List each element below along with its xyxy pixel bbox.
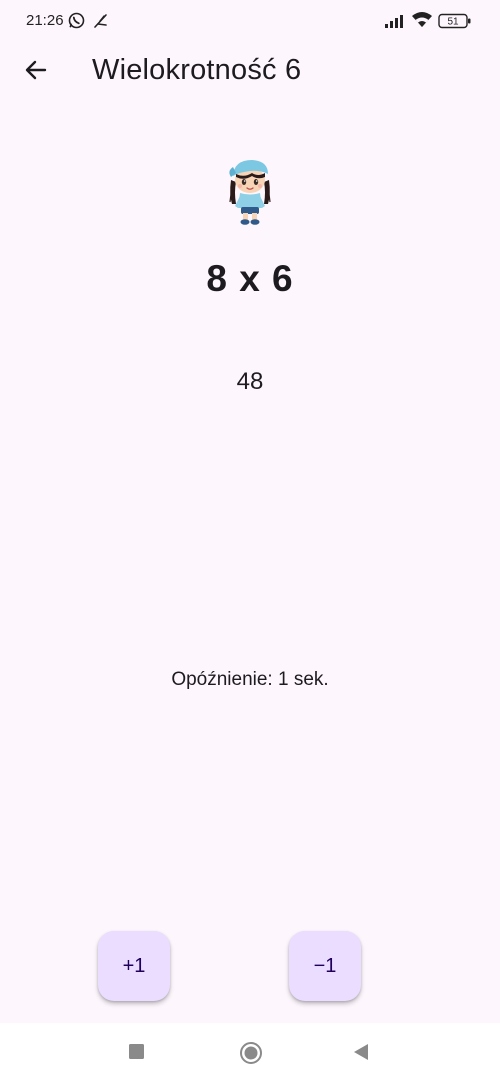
minus-one-button[interactable]: −1 xyxy=(289,931,361,1001)
answer-text: 48 xyxy=(236,368,264,395)
system-nav-bar xyxy=(0,1023,500,1083)
page-title: Wielokrotność 6 xyxy=(92,54,302,86)
question-text: 8 x 6 xyxy=(206,258,294,299)
plus-one-button[interactable]: +1 xyxy=(98,931,170,1001)
arrow-left-icon xyxy=(23,57,49,88)
back-triangle-icon[interactable] xyxy=(352,1043,370,1066)
home-circle-icon[interactable] xyxy=(239,1041,263,1070)
battery-level: 51 xyxy=(447,17,459,28)
back-button[interactable] xyxy=(14,50,58,94)
app-bar: Wielokrotność 6 xyxy=(0,44,500,100)
delay-text: Opóźnienie: 1 sek. xyxy=(171,669,329,690)
whatsapp-icon xyxy=(68,12,85,34)
wifi-icon xyxy=(410,11,434,34)
status-bar: 21:26 51 xyxy=(0,0,500,44)
signal-icon xyxy=(384,13,406,34)
girl-character-image xyxy=(222,156,278,226)
recents-square-icon[interactable] xyxy=(128,1043,146,1066)
battery-icon: 51 xyxy=(438,13,472,34)
status-time: 21:26 xyxy=(26,12,64,29)
feather-icon xyxy=(92,12,110,34)
